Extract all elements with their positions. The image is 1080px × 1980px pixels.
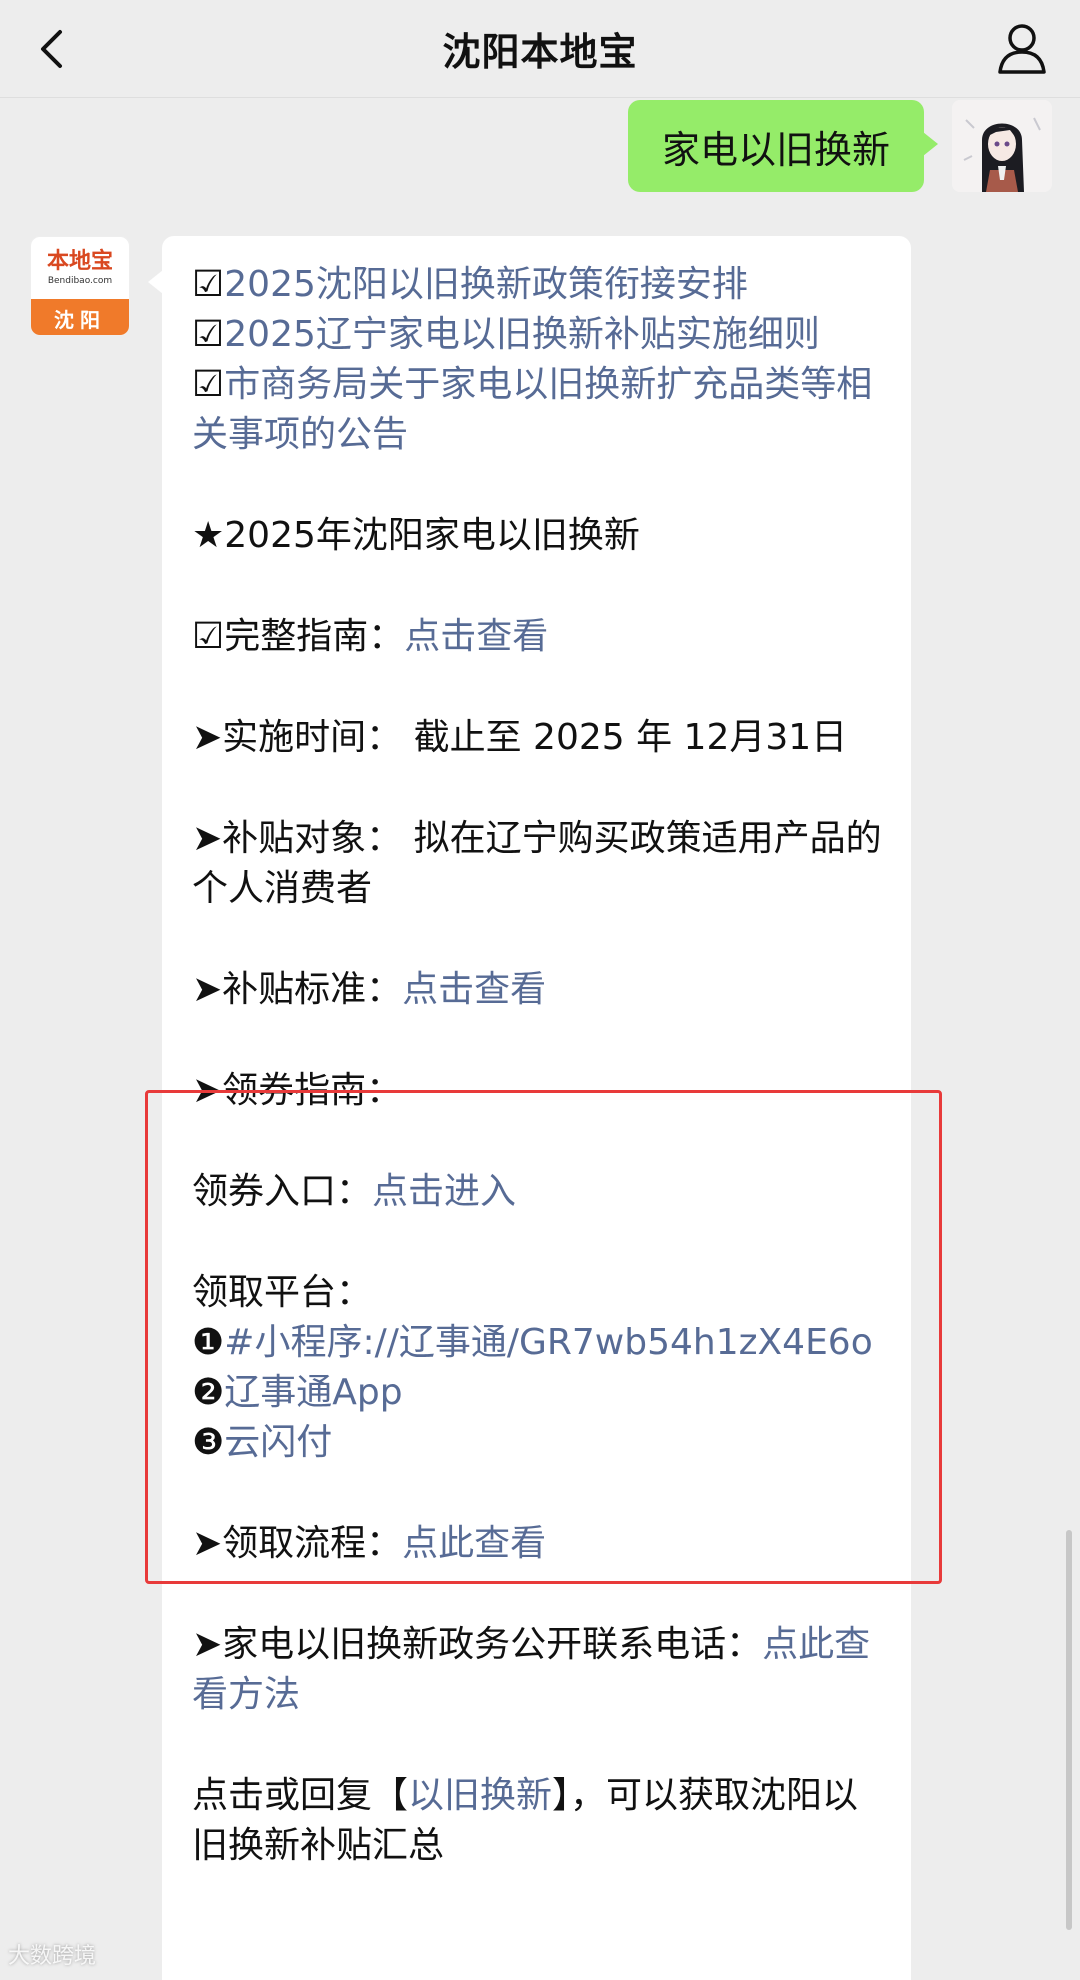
contact-line: ➤家电以旧换新政务公开联系电话：点此查看方法 <box>192 1620 892 1720</box>
user-avatar-image <box>952 100 1052 192</box>
checkbox-icon: ☑ <box>192 264 225 305</box>
back-button[interactable] <box>30 18 90 80</box>
bendibao-logo: 本地宝 Bendibao.com <box>31 237 129 299</box>
section-heading: ★2025年沈阳家电以旧换新 <box>192 515 640 556</box>
standard-label: ➤补贴标准： <box>192 969 403 1010</box>
full-guide-line: ☑完整指南：点击查看 <box>192 612 892 662</box>
watermark: 大数跨境 <box>8 1944 97 1969</box>
logo-subtext: Bendibao.com <box>47 276 113 286</box>
policy-item-2: ☑2025辽宁家电以旧换新补贴实施细则 <box>192 310 892 360</box>
chevron-left-icon <box>41 30 62 68</box>
policy-link-3[interactable]: 市商务局关于家电以旧换新扩充品类等相关事项的公告 <box>192 364 872 455</box>
user-avatar[interactable] <box>952 100 1052 192</box>
reply-line: 点击或回复【以旧换新】，可以获取沈阳以旧换新补贴汇总 <box>192 1771 892 1871</box>
person-icon <box>998 24 1046 74</box>
period-line: ➤实施时间： 截止至 2025 年 12月31日 <box>192 717 848 758</box>
sent-message-bubble[interactable]: 家电以旧换新 <box>627 100 939 192</box>
top-bar: 沈阳本地宝 <box>0 0 1080 98</box>
contact-label: ➤家电以旧换新政务公开联系电话： <box>192 1624 763 1665</box>
logo-city: 沈阳 <box>31 299 129 335</box>
chat-title: 沈阳本地宝 <box>442 30 638 74</box>
checkbox-icon: ☑ <box>192 314 225 355</box>
standard-line: ➤补贴标准：点击查看 <box>192 965 892 1015</box>
full-guide-link[interactable]: 点击查看 <box>404 616 548 657</box>
policy-item-1: ☑2025沈阳以旧换新政策衔接安排 <box>192 260 892 310</box>
policy-item-3: ☑市商务局关于家电以旧换新扩充品类等相关事项的公告 <box>192 360 892 460</box>
full-guide-label: 完整指南： <box>224 616 405 657</box>
reply-prefix: 点击或回复【 <box>192 1775 409 1816</box>
sent-message-row: 家电以旧换新 <box>627 100 1052 192</box>
standard-link[interactable]: 点击查看 <box>402 969 546 1010</box>
checkbox-icon: ☑ <box>192 616 225 657</box>
policy-link-1[interactable]: 2025沈阳以旧换新政策衔接安排 <box>224 264 748 305</box>
logo-text: 本地宝 <box>46 249 113 274</box>
policy-link-2[interactable]: 2025辽宁家电以旧换新补贴实施细则 <box>224 314 820 355</box>
target-line: ➤补贴对象： 拟在辽宁购买政策适用产品的个人消费者 <box>192 818 882 909</box>
bendibao-avatar[interactable]: 本地宝 Bendibao.com 沈阳 <box>30 236 130 336</box>
profile-button[interactable] <box>990 16 1054 82</box>
checkbox-icon: ☑ <box>192 364 225 405</box>
message-content: ☑2025沈阳以旧换新政策衔接安排 ☑2025辽宁家电以旧换新补贴实施细则 ☑市… <box>192 260 892 1871</box>
highlight-annotation-box <box>145 1090 942 1584</box>
scrollbar[interactable] <box>1066 1530 1072 1930</box>
reply-keyword-link[interactable]: 以旧换新 <box>408 1775 552 1816</box>
sent-message-text: 家电以旧换新 <box>661 127 890 172</box>
